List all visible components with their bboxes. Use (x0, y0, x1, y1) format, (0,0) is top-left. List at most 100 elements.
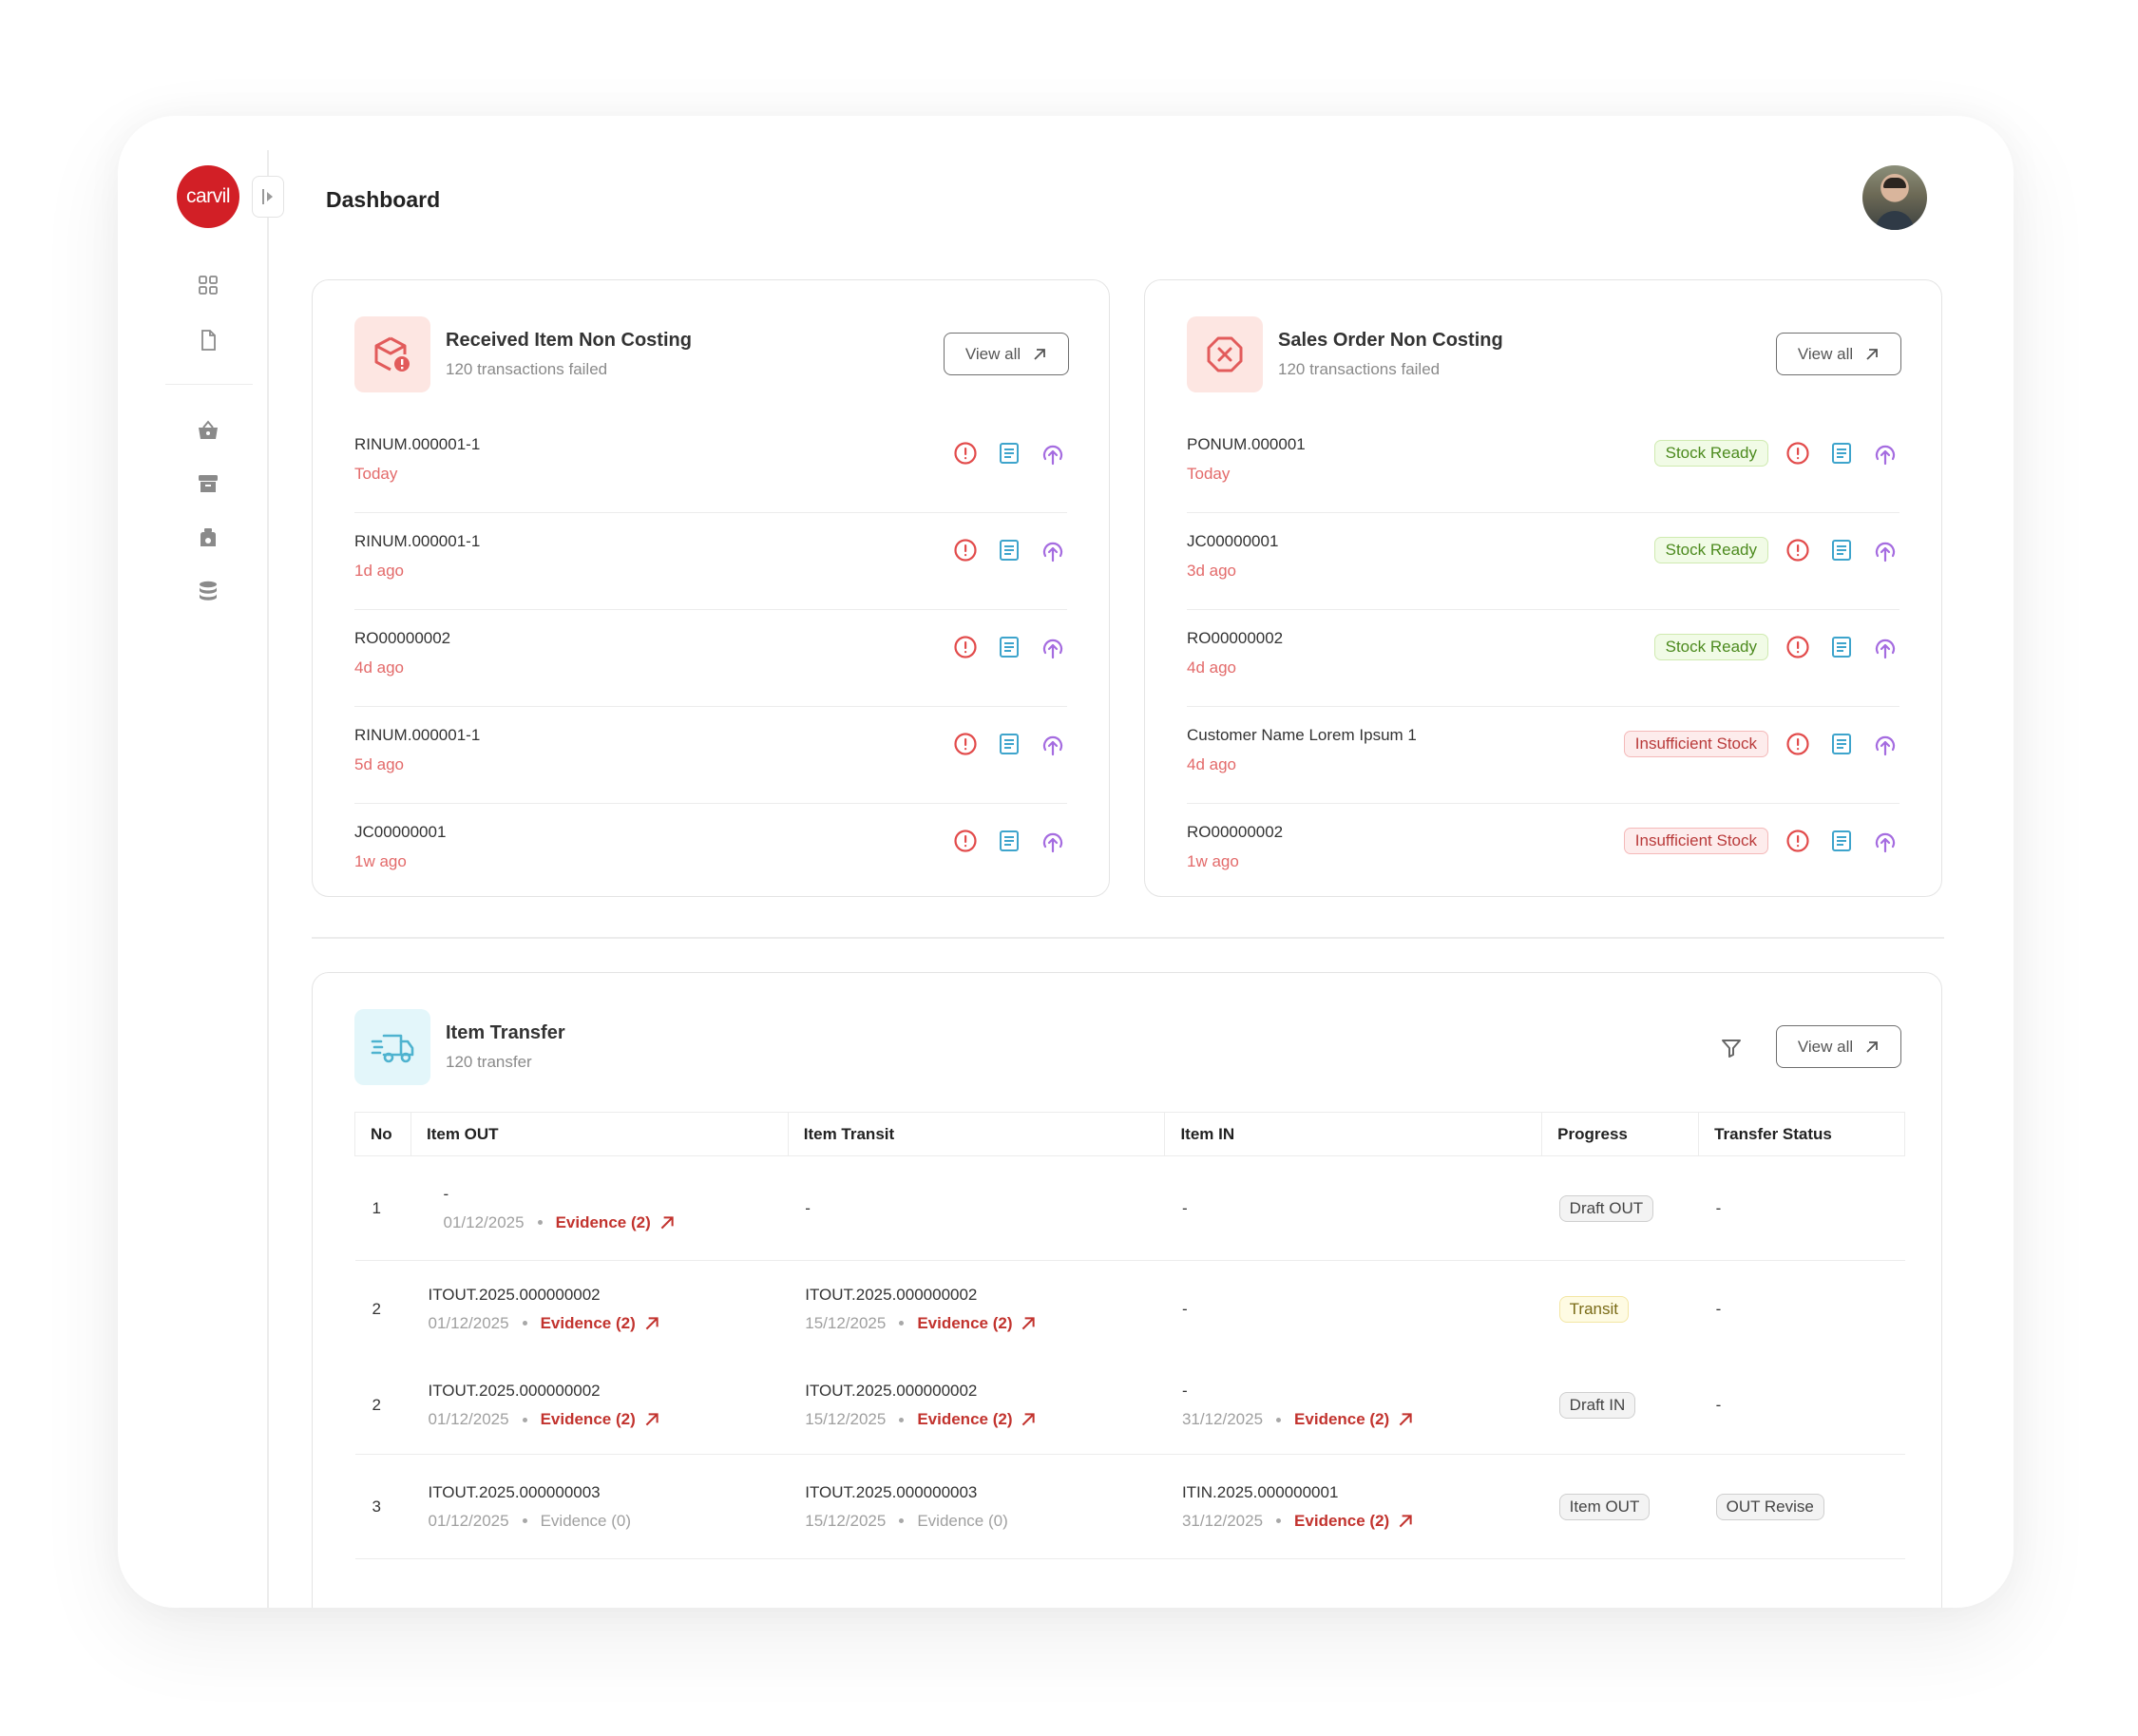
alert-icon[interactable] (951, 536, 980, 564)
list-item[interactable]: RO00000002 1w ago Insufficient Stock (1187, 804, 1899, 901)
upload-icon[interactable] (1871, 439, 1899, 467)
upload-icon[interactable] (1871, 633, 1899, 661)
alert-icon[interactable] (1784, 439, 1812, 467)
list-item[interactable]: RO00000002 4d ago Stock Ready (1187, 610, 1899, 707)
document-detail-icon[interactable] (1827, 730, 1856, 758)
column-header-item-out[interactable]: Item OUT (410, 1112, 789, 1156)
carvil-logo[interactable]: carvil (177, 165, 239, 228)
item-in-date: 31/12/2025 (1181, 1410, 1264, 1429)
view-all-button[interactable]: View all (1776, 1025, 1901, 1068)
document-detail-icon[interactable] (1827, 633, 1856, 661)
alert-icon[interactable] (1784, 730, 1812, 758)
alert-icon[interactable] (951, 827, 980, 855)
page-title: Dashboard (326, 187, 441, 212)
stock-status-badge: Stock Ready (1653, 537, 1768, 563)
upload-icon[interactable] (1871, 536, 1899, 564)
document-detail-icon[interactable] (1827, 536, 1856, 564)
circle-x-icon (1187, 316, 1263, 392)
evidence-link[interactable]: Evidence (2) (556, 1213, 651, 1232)
list-item[interactable]: PONUM.000001 Today Stock Ready (1187, 416, 1899, 513)
alert-icon[interactable] (1784, 633, 1812, 661)
document-icon[interactable] (192, 324, 224, 356)
view-all-button[interactable]: View all (944, 333, 1069, 375)
item-in-cell: - (1164, 1155, 1542, 1261)
upload-icon[interactable] (1039, 730, 1067, 758)
user-avatar[interactable] (1862, 165, 1927, 230)
evidence-link[interactable]: Evidence (2) (1294, 1512, 1389, 1531)
arrow-up-right-icon[interactable] (643, 1315, 660, 1332)
upload-icon[interactable] (1871, 730, 1899, 758)
list-item[interactable]: JC00000001 1w ago (354, 804, 1067, 901)
column-header-no[interactable]: No (354, 1112, 411, 1156)
sales-order-card: Sales Order Non Costing 120 transactions… (1144, 279, 1942, 897)
table-row[interactable]: 2 ITOUT.2025.000000002 01/12/2025 Evidenc… (354, 1357, 1905, 1455)
collapse-icon (262, 189, 273, 204)
column-header-item-transit[interactable]: Item Transit (787, 1112, 1166, 1156)
arrow-up-right-icon[interactable] (1397, 1513, 1414, 1530)
upload-icon[interactable] (1871, 827, 1899, 855)
arrow-up-right-icon[interactable] (1020, 1315, 1037, 1332)
view-all-button[interactable]: View all (1776, 333, 1901, 375)
evidence-link[interactable]: Evidence (2) (541, 1410, 636, 1429)
alert-icon[interactable] (1784, 827, 1812, 855)
document-detail-icon[interactable] (1827, 439, 1856, 467)
upload-icon[interactable] (1039, 536, 1067, 564)
table-row[interactable]: 2 ITOUT.2025.000000002 01/12/2025 Evidenc… (355, 1261, 1905, 1358)
alert-icon[interactable] (1784, 536, 1812, 564)
list-item[interactable]: RINUM.000001-1 1d ago (354, 513, 1067, 610)
upload-icon[interactable] (1039, 439, 1067, 467)
progress-badge: Item OUT (1558, 1493, 1651, 1520)
document-detail-icon[interactable] (995, 730, 1023, 758)
filter-icon[interactable] (1717, 1034, 1746, 1062)
arrow-up-right-icon[interactable] (659, 1214, 676, 1231)
item-transit-code: ITOUT.2025.000000003 (805, 1482, 978, 1501)
arrow-up-right-icon[interactable] (643, 1411, 660, 1428)
item-out-date: 01/12/2025 (428, 1313, 509, 1332)
alert-icon[interactable] (951, 439, 980, 467)
card-subtitle: 120 transactions failed (1278, 360, 1441, 378)
item-in-date: 31/12/2025 (1181, 1511, 1264, 1530)
upload-icon[interactable] (1039, 633, 1067, 661)
card-title: Sales Order Non Costing (1278, 330, 1503, 351)
list-item[interactable]: JC00000001 3d ago Stock Ready (1187, 513, 1899, 610)
evidence-link[interactable]: Evidence (2) (1294, 1410, 1389, 1429)
alert-icon[interactable] (951, 633, 980, 661)
arrow-up-right-icon[interactable] (1020, 1411, 1037, 1428)
item-out-date: 01/12/2025 (428, 1511, 509, 1530)
list-item[interactable]: RINUM.000001-1 Today (354, 416, 1067, 513)
document-detail-icon[interactable] (995, 633, 1023, 661)
sidebar-toggle-button[interactable] (252, 176, 284, 218)
evidence-link[interactable]: Evidence (2) (917, 1410, 1012, 1429)
list-item[interactable]: RINUM.000001-1 5d ago (354, 707, 1067, 804)
document-detail-icon[interactable] (995, 439, 1023, 467)
list-item[interactable]: Customer Name Lorem Ipsum 1 4d ago Insuffi… (1187, 707, 1899, 804)
document-detail-icon[interactable] (1827, 827, 1856, 855)
upload-icon[interactable] (1039, 827, 1067, 855)
database-icon[interactable] (192, 575, 224, 607)
column-header-progress[interactable]: Progress (1541, 1112, 1700, 1156)
arrow-up-right-icon[interactable] (1397, 1411, 1414, 1428)
stock-status-badge: Stock Ready (1653, 440, 1768, 467)
column-header-transfer-status[interactable]: Transfer Status (1698, 1112, 1905, 1156)
document-detail-icon[interactable] (995, 827, 1023, 855)
view-all-label: View all (1797, 344, 1854, 363)
evidence-link[interactable]: Evidence (2) (541, 1314, 636, 1333)
row-actions: Insufficient Stock (1623, 827, 1899, 855)
evidence-link[interactable]: Evidence (2) (917, 1314, 1012, 1333)
list-item[interactable]: RO00000002 4d ago (354, 610, 1067, 707)
dashboard-grid-icon[interactable] (192, 269, 224, 301)
column-header-item-in[interactable]: Item IN (1164, 1112, 1543, 1156)
basket-icon[interactable] (192, 414, 224, 447)
row-actions (951, 633, 1067, 661)
weight-icon[interactable] (192, 522, 224, 554)
transaction-time: 3d ago (1187, 562, 1236, 580)
card-subtitle: 120 transactions failed (446, 360, 608, 378)
table-row[interactable]: 1 - 01/12/2025 Evidence (2) - - Draft OUT… (354, 1155, 1905, 1261)
alert-icon[interactable] (951, 730, 980, 758)
card-title: Received Item Non Costing (446, 330, 692, 351)
package-alert-icon (354, 316, 430, 392)
row-actions: Insufficient Stock (1623, 730, 1899, 758)
archive-icon[interactable] (192, 467, 224, 500)
document-detail-icon[interactable] (995, 536, 1023, 564)
table-row[interactable]: 3 ITOUT.2025.000000003 01/12/2025 Evidenc… (354, 1454, 1905, 1559)
